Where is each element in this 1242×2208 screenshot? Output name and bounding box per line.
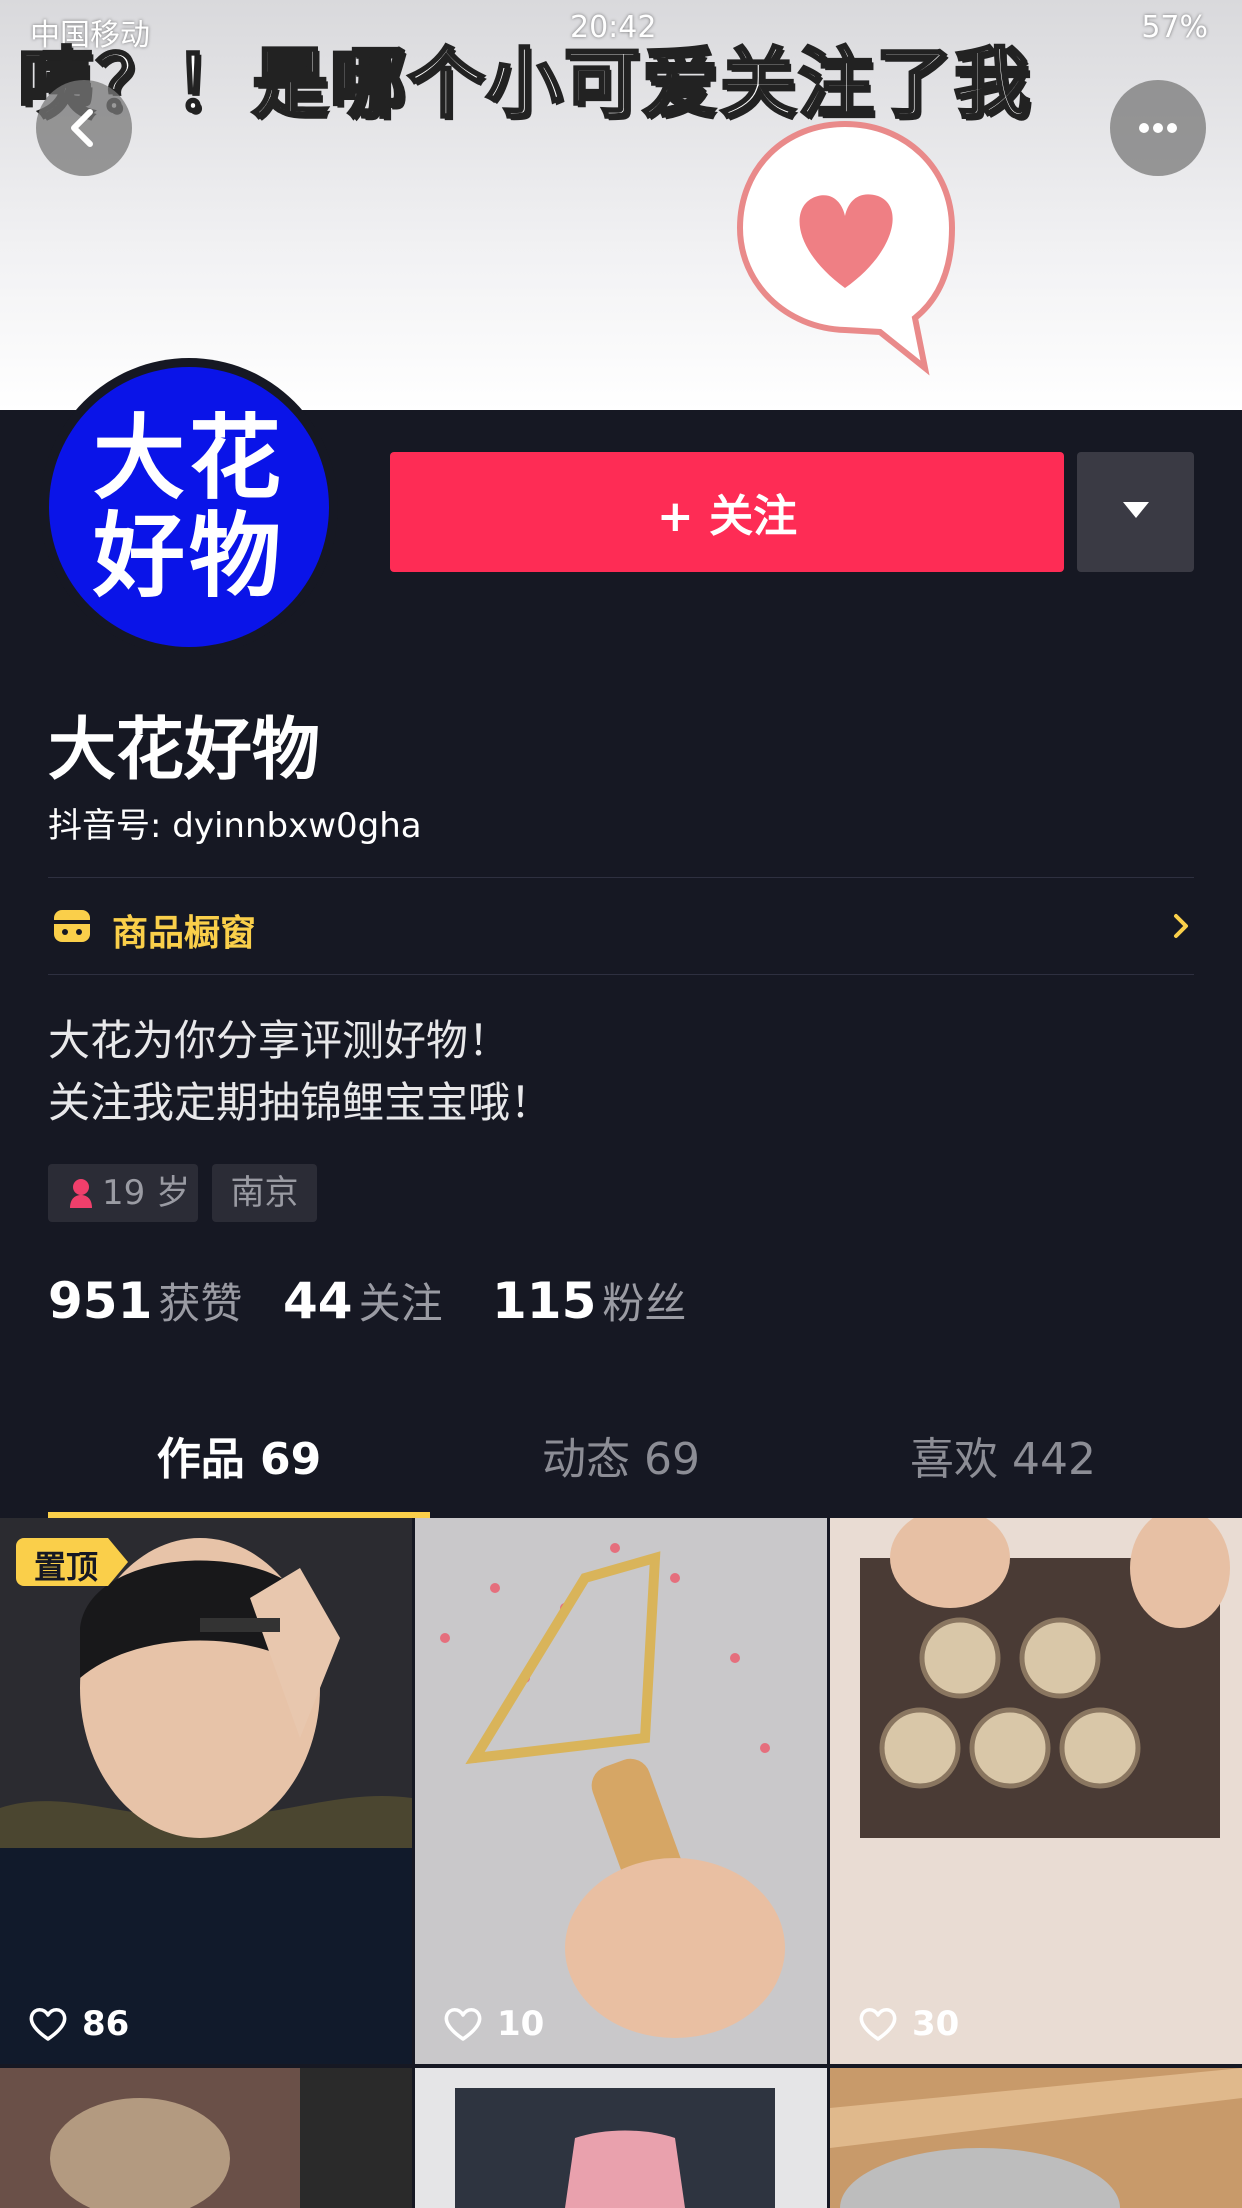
age-text: 19 岁 <box>102 1173 191 1213</box>
likes-stat[interactable]: 951 获赞 <box>48 1270 242 1331</box>
video-likes: 86 <box>28 2004 129 2044</box>
thumbnail-image <box>0 2068 412 2208</box>
video-likes: 30 <box>858 2004 959 2044</box>
fans-label: 粉丝 <box>602 1279 687 1328</box>
chevron-left-icon <box>71 109 93 147</box>
city-tag: 南京 <box>212 1164 317 1222</box>
likes-count-text: 86 <box>82 2004 130 2044</box>
shop-label: 商品橱窗 <box>112 913 257 954</box>
follow-button[interactable]: + 关注 <box>390 452 1064 572</box>
thumbnail-image <box>415 2068 827 2208</box>
chevron-right-icon <box>1174 914 1188 938</box>
pinned-label: 置顶 <box>34 1548 99 1586</box>
profile-banner: 中国移动 20:42 57% 咦？！是哪个小可爱关注了我 <box>0 0 1242 410</box>
age-tag: 19 岁 <box>48 1164 198 1222</box>
more-options-button[interactable] <box>1110 80 1206 176</box>
tab-likes[interactable]: 喜欢 442 <box>812 1420 1194 1514</box>
more-dots-icon <box>1139 123 1177 133</box>
video-thumbnail[interactable]: 置顶 86 <box>0 1518 412 2064</box>
avatar-text-top: 大花 <box>92 404 285 512</box>
fans-stat[interactable]: 115 粉丝 <box>492 1270 686 1331</box>
likes-count-text: 10 <box>497 2004 545 2044</box>
tab-posts[interactable]: 动态 69 <box>430 1420 812 1514</box>
caret-down-icon <box>1123 502 1149 518</box>
thumbnail-image <box>830 1518 1242 2064</box>
heart-bubble-icon <box>736 120 956 376</box>
battery-level: 57% <box>1141 10 1208 45</box>
video-thumbnail[interactable]: 30 <box>830 1518 1242 2064</box>
storefront-icon <box>54 910 90 942</box>
banner-title: 咦？！是哪个小可爱关注了我 <box>17 38 1032 130</box>
thumbnail-image <box>830 2068 1242 2208</box>
avatar-text-bottom: 好物 <box>92 502 285 610</box>
bio: 大花为你分享评测好物！ 关注我定期抽锦鲤宝宝哦！ <box>48 1010 552 1134</box>
content-tabs: 作品 69 动态 69 喜欢 442 <box>48 1420 1194 1518</box>
following-count: 44 <box>283 1272 353 1330</box>
video-thumbnail[interactable] <box>415 2068 827 2208</box>
likes-label: 获赞 <box>158 1279 243 1328</box>
heart-outline-icon <box>444 2008 482 2041</box>
heart-outline-icon <box>859 2008 897 2041</box>
video-thumbnail[interactable] <box>0 2068 412 2208</box>
recommend-dropdown-button[interactable] <box>1077 452 1194 572</box>
video-thumbnail[interactable]: 10 <box>415 1518 827 2064</box>
following-label: 关注 <box>358 1279 443 1328</box>
thumbnail-image <box>0 1518 412 2064</box>
bio-line: 关注我定期抽锦鲤宝宝哦！ <box>48 1078 553 1127</box>
tab-works[interactable]: 作品 69 <box>48 1420 430 1514</box>
back-button[interactable] <box>36 80 132 176</box>
female-icon <box>70 1179 92 1208</box>
avatar[interactable]: 大花 好物 <box>49 367 329 647</box>
likes-count-text: 30 <box>912 2004 960 2044</box>
product-showcase-row[interactable]: 商品橱窗 <box>48 878 1194 974</box>
video-thumbnail[interactable] <box>830 2068 1242 2208</box>
douyin-id: 抖音号: dyinnbxw0gha <box>48 806 422 846</box>
heart-outline-icon <box>29 2008 67 2041</box>
video-likes: 10 <box>443 2004 544 2044</box>
profile-name: 大花好物 <box>48 711 321 790</box>
thumbnail-image <box>415 1518 827 2064</box>
pinned-badge: 置顶 <box>16 1538 128 1586</box>
fans-count: 115 <box>492 1272 597 1330</box>
divider <box>48 974 1194 975</box>
following-stat[interactable]: 44 关注 <box>283 1270 443 1331</box>
likes-count: 951 <box>48 1272 153 1330</box>
video-grid: 置顶 86 10 30 <box>0 1518 1242 2208</box>
bio-line: 大花为你分享评测好物！ <box>48 1016 511 1065</box>
